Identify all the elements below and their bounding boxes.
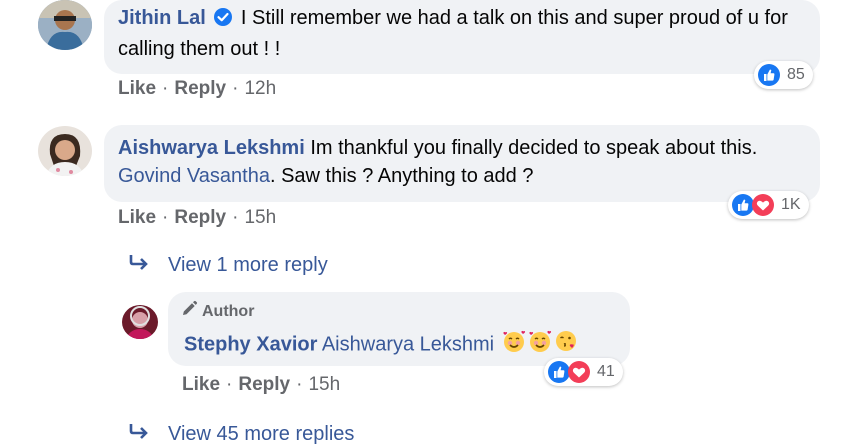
timestamp[interactable]: 12h [244,78,276,99]
avatar-stephy-xavior[interactable] [122,305,158,339]
verified-badge-icon [213,7,233,35]
comment-author-name[interactable]: Jithin Lal [118,7,206,29]
love-reaction-icon [751,193,775,217]
smiling-face-with-hearts-icon [528,329,552,361]
author-badge-label: Author [202,302,255,320]
comment-text: Im thankful you finally decided to speak… [310,137,758,159]
reaction-count: 1K [781,196,801,213]
like-button[interactable]: Like [182,374,220,395]
reaction-summary[interactable]: 1K [728,191,809,219]
comment-body: Jithin Lal I Still remember we had a tal… [118,4,808,63]
love-reaction-icon [567,360,591,384]
author-badge: Author [180,300,254,323]
reply-button[interactable]: Reply [174,207,226,228]
reaction-count: 41 [597,363,615,380]
timestamp[interactable]: 15h [244,207,276,228]
comment-author-name[interactable]: Aishwarya Lekshmi [118,137,305,159]
comment-actions: Like · Reply · 15h [118,207,277,228]
like-reaction-icon [757,63,781,87]
smiling-face-with-hearts-icon [502,329,526,361]
reaction-summary[interactable]: 41 [544,358,623,386]
timestamp[interactable]: 15h [308,374,340,395]
reply-actions: Like · Reply · 15h [182,374,341,395]
view-more-replies-link[interactable]: View 1 more reply [128,253,328,277]
tagged-user-link[interactable]: Govind Vasantha [118,165,270,187]
reply-author-name[interactable]: Stephy Xavior [184,333,317,355]
like-button[interactable]: Like [118,78,156,99]
reply-button[interactable]: Reply [238,374,290,395]
pencil-icon [180,300,198,323]
reaction-summary[interactable]: 85 [754,61,813,89]
reply-arrow-icon [128,253,150,277]
reply-body: Stephy Xavior Aishwarya Lekshmi [184,329,624,361]
like-button[interactable]: Like [118,207,156,228]
comment-text-continued: . Saw this ? Anything to add ? [269,165,534,187]
tagged-user-link[interactable]: Aishwarya Lekshmi [322,333,494,355]
face-blowing-kiss-icon [554,329,578,361]
comment-actions: Like · Reply · 12h [118,78,277,99]
avatar-aishwarya-lekshmi[interactable] [38,126,92,176]
comment-body: Aishwarya Lekshmi Im thankful you finall… [118,134,808,190]
view-more-replies-text[interactable]: View 45 more replies [168,423,354,446]
reply-arrow-icon [128,422,150,446]
avatar-jithin-lal[interactable] [38,0,92,50]
view-more-replies-link[interactable]: View 45 more replies [128,422,354,446]
view-more-replies-text[interactable]: View 1 more reply [168,254,328,277]
reply-button[interactable]: Reply [174,78,226,99]
reaction-count: 85 [787,66,805,83]
